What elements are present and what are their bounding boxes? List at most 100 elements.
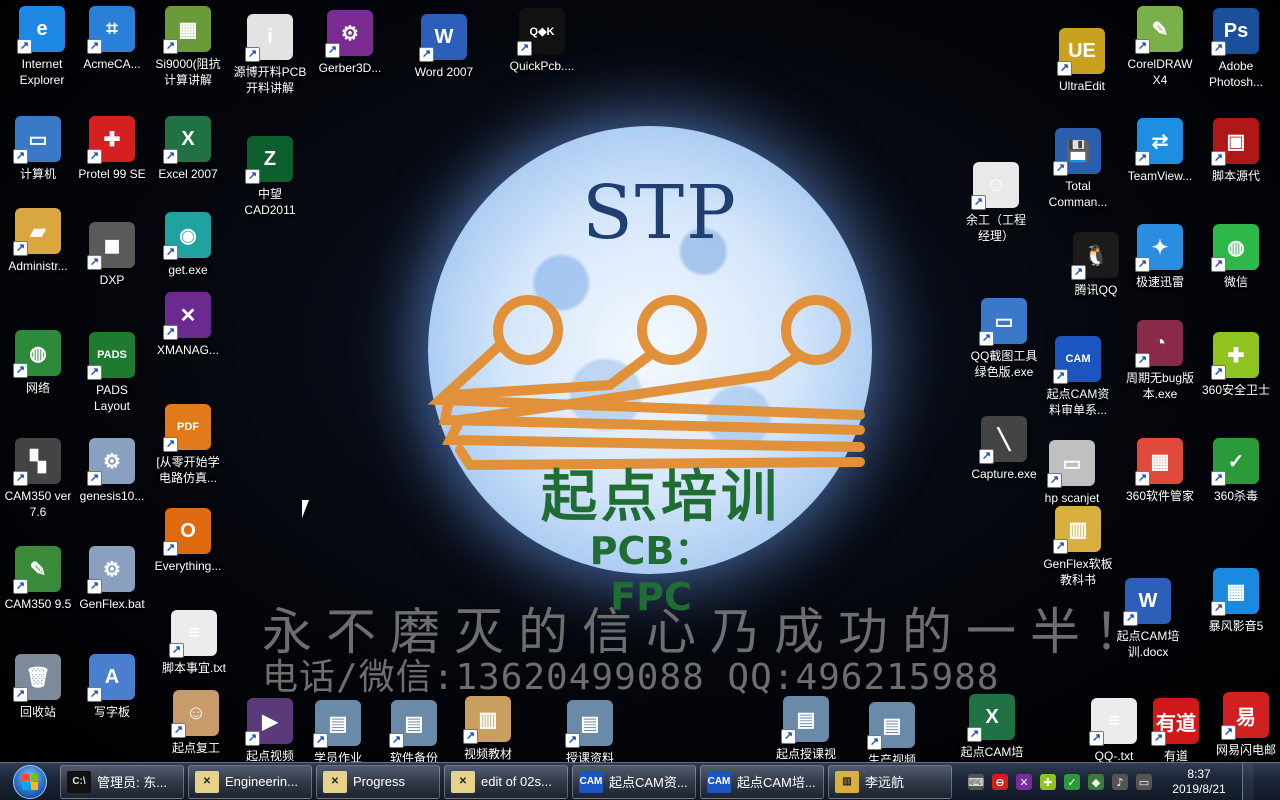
taskbar-button[interactable]: ▥ 李远航	[828, 764, 952, 799]
desktop-icon-excel2007[interactable]: X ↗ Excel 2007	[150, 116, 226, 182]
desktop-icon-ie[interactable]: e ↗ Internet Explorer	[4, 6, 80, 88]
taskbar-button[interactable]: C:\ 管理员: 东...	[60, 764, 184, 799]
desktop-icon-xunlei[interactable]: ✦ ↗ 极速迅雷	[1122, 224, 1198, 290]
folder-icon: ▤ ↗	[313, 700, 361, 748]
taskbar-button[interactable]: CAM 起点CAM培...	[700, 764, 824, 799]
desktop-icon-teamviewer[interactable]: ⇄ ↗ TeamView...	[1122, 118, 1198, 184]
xmanager-tray-icon[interactable]: ✕	[1016, 774, 1032, 790]
desktop-icon-photoshop[interactable]: Ps ↗ Adobe Photosh...	[1198, 8, 1274, 90]
desktop-icon-si9000[interactable]: ▦ ↗ Si9000(阻抗 计算讲解	[150, 6, 226, 88]
shortcut-arrow-icon: ↗	[163, 39, 178, 54]
scanner-icon: ▭ ↗	[1047, 440, 1095, 488]
taskbar-button[interactable]: ✕ Progress	[316, 764, 440, 799]
desktop-icon-computer[interactable]: ▭ ↗ 计算机	[0, 116, 76, 182]
desktop-icon-camxls[interactable]: X ↗ 起点CAM培	[954, 694, 1030, 760]
desktop-icon-label: 中望 CAD2011	[244, 187, 296, 217]
desktop-icon-yugong[interactable]: ☺ ↗ 余工（工程 经理）	[958, 162, 1034, 244]
volume-icon[interactable]: ♪	[1112, 774, 1128, 790]
shortcut-arrow-icon: ↗	[1211, 601, 1226, 616]
taskbar-button[interactable]: ✕ Engineerin...	[188, 764, 312, 799]
desktop-icon-label: 起点授课视	[775, 747, 836, 761]
source-icon: ▣ ↗	[1211, 118, 1259, 166]
desktop-icon-shoukezi[interactable]: ▤ ↗ 授课资料	[552, 700, 628, 762]
network-tray-icon[interactable]: ▭	[1136, 774, 1152, 790]
keyboard-icon[interactable]: ⌨	[968, 774, 984, 790]
shield-icon[interactable]: ✓	[1064, 774, 1080, 790]
desktop-icon-wangyi[interactable]: 易 ↗ 网易闪电邮	[1208, 692, 1280, 758]
wallpaper-title: STP	[582, 170, 738, 256]
desktop-icon-recycle[interactable]: 🗑 ↗ 回收站	[0, 654, 76, 720]
taskbar-button[interactable]: CAM 起点CAM资...	[572, 764, 696, 799]
desktop-icon-soft360[interactable]: ▦ ↗ 360软件管家	[1122, 438, 1198, 504]
desktop-icon-getexe[interactable]: ◉ ↗ get.exe	[150, 212, 226, 278]
desktop-icon-qidiansuo[interactable]: ☺ ↗ 起点复工	[158, 690, 234, 756]
plus-360-icon[interactable]: ✚	[1040, 774, 1056, 790]
shortcut-arrow-icon: ↗	[1123, 611, 1138, 626]
excel-icon: X ↗	[163, 116, 211, 164]
desktop-icon-quickpcb[interactable]: Q◆K ↗ QuickPcb....	[504, 8, 580, 74]
desktop-icon-genflexbook[interactable]: ▥ ↗ GenFlex软板 教科书	[1040, 506, 1116, 588]
desktop-icon-zhongwang[interactable]: Z ↗ 中望 CAD2011	[232, 136, 308, 218]
no-entry-icon[interactable]: ⊖	[992, 774, 1008, 790]
desktop-icon-genesis[interactable]: ⚙ ↗ genesis10...	[74, 438, 150, 504]
xunlei-icon: ✦ ↗	[1135, 224, 1183, 272]
desktop-icon-genflexbat[interactable]: ⚙ ↗ GenFlex.bat	[74, 546, 150, 612]
shortcut-arrow-icon: ↗	[971, 195, 986, 210]
desktop-icon-hpscanjet[interactable]: ▭ ↗ hp scanjet	[1034, 440, 1110, 506]
desktop-icon-ruanjian[interactable]: ▤ ↗ 软件备份	[376, 700, 452, 762]
desktop[interactable]: STP 起点培训 PCB：FPC 永不磨灭的信心乃成功的一半！ 电话/微信:13…	[0, 0, 1280, 762]
desktop-icon-pads[interactable]: PADS ↗ PADS Layout	[74, 332, 150, 414]
desktop-icon-pdf[interactable]: PDF ↗ [从零开始学 电路仿真...	[150, 404, 226, 486]
shortcut-arrow-icon: ↗	[389, 733, 404, 748]
desktop-icon-admin[interactable]: ▰ ↗ Administr...	[0, 208, 76, 274]
cam350-95-icon: ✎ ↗	[13, 546, 61, 594]
clock[interactable]: 8:37 2019/8/21	[1164, 767, 1234, 797]
desktop-icon-zhouqi[interactable]: ◔ ↗ 周期无bug版 本.exe	[1122, 320, 1198, 402]
shortcut-arrow-icon: ↗	[1211, 41, 1226, 56]
desktop-icon-coreldraw[interactable]: ✎ ↗ CorelDRAW X4	[1122, 6, 1198, 88]
desktop-icon-jiaobenyd[interactable]: ▣ ↗ 脚本源代	[1198, 118, 1274, 184]
shortcut-arrow-icon: ↗	[17, 39, 32, 54]
taskbar-button-label: Engineerin...	[225, 774, 298, 789]
desktop-icon-sec360[interactable]: ✚ ↗ 360安全卫士	[1198, 332, 1274, 398]
desktop-icon-totalcmd[interactable]: 💾 ↗ Total Comman...	[1040, 128, 1116, 210]
desktop-icon-label: XMANAG...	[156, 343, 219, 357]
desktop-icon-xueyuan[interactable]: ▤ ↗ 学员作业	[300, 700, 376, 762]
desktop-icon-baofeng[interactable]: ▦ ↗ 暴风影音5	[1198, 568, 1274, 634]
x-app-icon: ✕	[195, 770, 219, 793]
desktop-icon-cam350v95[interactable]: ✎ ↗ CAM350 9.5	[0, 546, 76, 612]
shortcut-arrow-icon: ↗	[245, 47, 260, 62]
desktop-icon-gerber3d[interactable]: ⚙ ↗ Gerber3D...	[312, 10, 388, 76]
desktop-icon-qidiancamzi[interactable]: CAM ↗ 起点CAM资 料审单系...	[1040, 336, 1116, 418]
desktop-icon-protel[interactable]: ✚ ↗ Protel 99 SE	[74, 116, 150, 182]
desktop-icon-kill360[interactable]: ✓ ↗ 360杀毒	[1198, 438, 1274, 504]
desktop-icon-acmecad[interactable]: ⌗ ↗ AcmeCA...	[74, 6, 150, 72]
desktop-icon-shengchan[interactable]: ▤ ↗ 生产视频	[854, 702, 930, 762]
desktop-icon-xiezi[interactable]: A ↗ 写字板	[74, 654, 150, 720]
avatar-icon: ☺ ↗	[971, 162, 1019, 210]
graphics-icon[interactable]: ◆	[1088, 774, 1104, 790]
desktop-icon-yuanbo[interactable]: i ↗ 源博开料PCB 开料讲解	[232, 14, 308, 96]
desktop-icon-network[interactable]: ◍ ↗ 网络	[0, 330, 76, 396]
desktop-icon-cam350v76[interactable]: ▚ ↗ CAM350 ver 7.6	[0, 438, 76, 520]
desktop-icon-label: Si9000(阻抗 计算讲解	[155, 57, 221, 87]
desktop-icon-word2007[interactable]: W ↗ Word 2007	[406, 14, 482, 80]
desktop-icon-qqjietu[interactable]: ▭ ↗ QQ截图工具 绿色版.exe	[966, 298, 1042, 380]
quickpcb-icon: Q◆K ↗	[517, 8, 565, 56]
desktop-icon-dxp[interactable]: ◼ ↗ DXP	[74, 222, 150, 288]
desktop-icon-camdocx[interactable]: W ↗ 起点CAM培 训.docx	[1110, 578, 1186, 660]
start-button[interactable]	[8, 763, 52, 800]
shortcut-arrow-icon: ↗	[13, 579, 28, 594]
desktop-icon-label: get.exe	[168, 263, 208, 277]
desktop-icon-everything[interactable]: O ↗ Everything...	[150, 508, 226, 574]
desktop-icon-capture[interactable]: ╲ ↗ Capture.exe	[966, 416, 1042, 482]
show-desktop-button[interactable]	[1242, 763, 1254, 800]
taskbar-button[interactable]: ✕ edit of 02s...	[444, 764, 568, 799]
desktop-icon-jiaoben[interactable]: ≡ ↗ 脚本事宜.txt	[156, 610, 232, 676]
desktop-icon-xmanager[interactable]: ✕ ↗ XMANAG...	[150, 292, 226, 358]
desktop-icon-ultraedit[interactable]: UE ↗ UltraEdit	[1044, 28, 1120, 94]
desktop-icon-shipin[interactable]: ▥ ↗ 视频教材	[450, 696, 526, 762]
desktop-icon-shoukevid[interactable]: ▤ ↗ 起点授课视	[768, 696, 844, 762]
desktop-icon-weixin[interactable]: ◍ ↗ 微信	[1198, 224, 1274, 290]
shortcut-arrow-icon: ↗	[87, 255, 102, 270]
